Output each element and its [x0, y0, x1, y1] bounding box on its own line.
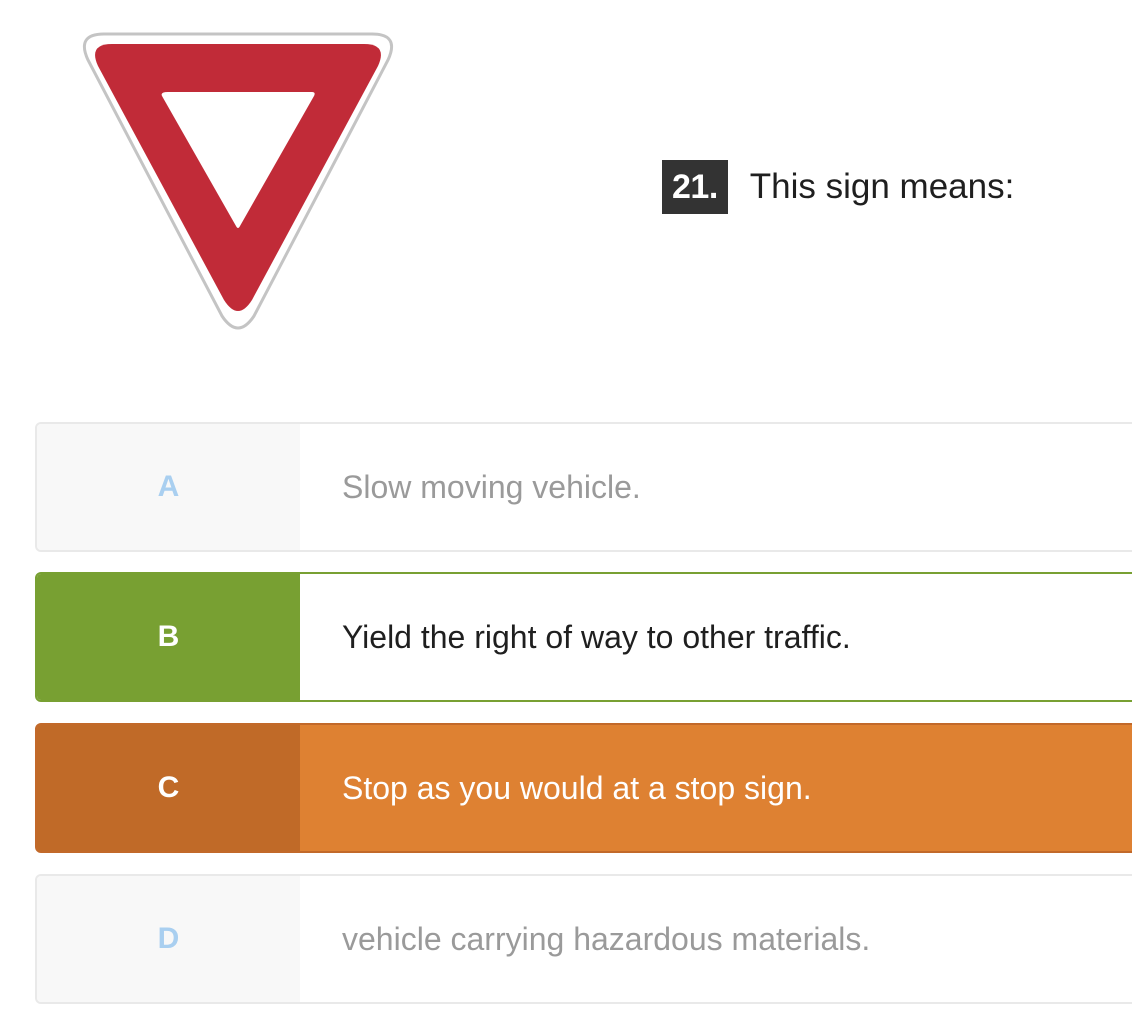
option-text: vehicle carrying hazardous materials. — [342, 920, 871, 957]
option-text: Yield the right of way to other traffic. — [342, 618, 851, 655]
yield-sign-icon — [83, 32, 393, 330]
question-text: This sign means: — [749, 167, 1015, 206]
option-letter: A — [37, 424, 300, 550]
option-b[interactable]: B Yield the right of way to other traffi… — [35, 572, 1132, 702]
option-a[interactable]: A Slow moving vehicle. — [35, 422, 1132, 552]
option-text: Slow moving vehicle. — [342, 468, 641, 505]
option-text: Stop as you would at a stop sign. — [300, 725, 1132, 851]
option-c[interactable]: C Stop as you would at a stop sign. — [35, 723, 1132, 853]
option-letter: D — [37, 876, 300, 1002]
option-letter: C — [37, 725, 300, 851]
option-d[interactable]: D vehicle carrying hazardous materials. — [35, 874, 1132, 1004]
question-header: 21. This sign means: — [662, 160, 1014, 214]
option-letter: B — [37, 574, 300, 700]
question-number: 21. — [662, 160, 728, 214]
